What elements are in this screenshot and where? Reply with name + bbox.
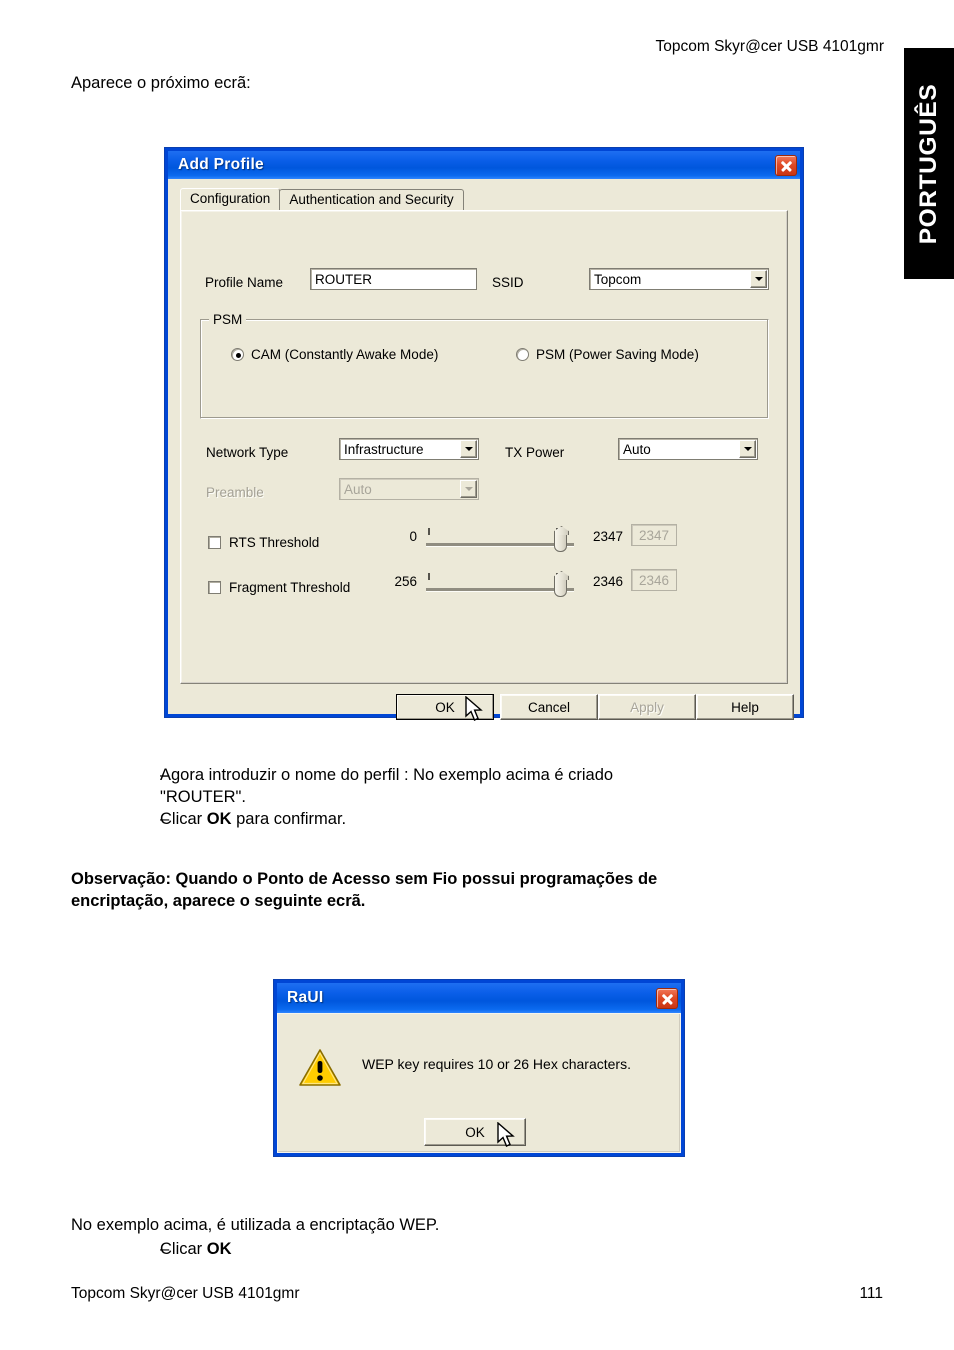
footer-product-name: Topcom Skyr@cer USB 4101gmr bbox=[71, 1285, 300, 1302]
psm-group: PSM CAM (Constantly Awake Mode) PSM (Pow… bbox=[200, 312, 769, 419]
closing-paragraph: No exemplo acima, é utilizada a encripta… bbox=[71, 1215, 883, 1261]
bullet-text: Clicar OK para confirmar. bbox=[160, 809, 881, 831]
note-line-1: Observação: Quando o Ponto de Acesso sem… bbox=[71, 870, 658, 888]
network-type-combobox[interactable]: Infrastructure bbox=[339, 438, 479, 460]
rts-min-value: 0 bbox=[409, 529, 417, 544]
tabstrip: Configuration Authentication and Securit… bbox=[180, 188, 464, 210]
ok-button[interactable]: OK bbox=[396, 694, 494, 720]
preamble-value: Auto bbox=[344, 481, 372, 497]
bullet-list: – Agora introduzir o nome do perfil : No… bbox=[71, 765, 881, 831]
bullet-dash: – bbox=[160, 809, 170, 828]
observation-note: Observação: Quando o Ponto de Acesso sem… bbox=[71, 869, 883, 913]
network-type-label: Network Type bbox=[206, 445, 289, 460]
psm-group-title: PSM bbox=[209, 312, 247, 327]
rts-slider-thumb[interactable] bbox=[554, 532, 567, 552]
add-profile-titlebar[interactable]: Add Profile bbox=[168, 151, 800, 179]
apply-button: Apply bbox=[598, 694, 696, 720]
bullet-bold-ok: OK bbox=[206, 809, 232, 828]
radio-psm-power-saving-mode[interactable]: PSM (Power Saving Mode) bbox=[516, 347, 699, 362]
bullet-text: Agora introduzir o nome do perfil : No e… bbox=[160, 765, 881, 809]
bullet-line-2: "ROUTER". bbox=[160, 787, 246, 806]
bullet-line-1: Agora introduzir o nome do perfil : No e… bbox=[160, 766, 614, 784]
bullet-text: Clicar OK bbox=[160, 1239, 232, 1261]
tx-power-value: Auto bbox=[623, 441, 651, 457]
bullet-dash: – bbox=[160, 766, 170, 784]
tab-configuration[interactable]: Configuration bbox=[180, 188, 281, 210]
cancel-button[interactable]: Cancel bbox=[500, 694, 598, 720]
raui-message: WEP key requires 10 or 26 Hex characters… bbox=[362, 1056, 631, 1072]
ssid-label: SSID bbox=[492, 275, 524, 290]
language-tab-portuguese: PORTUGUÊS bbox=[904, 48, 954, 279]
chevron-down-icon[interactable] bbox=[739, 440, 756, 458]
add-profile-title: Add Profile bbox=[178, 156, 264, 173]
checkbox-rts-threshold[interactable]: RTS Threshold bbox=[208, 535, 319, 550]
list-item: – Agora introduzir o nome do perfil : No… bbox=[71, 765, 881, 809]
page-header: Topcom Skyr@cer USB 4101gmr bbox=[655, 38, 884, 55]
configuration-panel: Profile Name ROUTER SSID Topcom PSM CAM … bbox=[180, 210, 788, 684]
fragment-max-value: 2346 bbox=[592, 574, 623, 589]
checkbox-indicator-fragment[interactable] bbox=[208, 581, 221, 594]
bullet-dash: – bbox=[160, 1239, 170, 1258]
tx-power-label: TX Power bbox=[505, 445, 565, 460]
rts-max-value: 2347 bbox=[592, 529, 623, 544]
help-button[interactable]: Help bbox=[696, 694, 794, 720]
bullet-suffix: para confirmar. bbox=[231, 809, 347, 828]
chevron-down-icon[interactable] bbox=[750, 270, 767, 288]
raui-dialog: RaUI WEP key requires 10 or 26 Hex chara… bbox=[274, 980, 684, 1156]
list-item: – Clicar OK bbox=[71, 1239, 883, 1261]
page-footer: Topcom Skyr@cer USB 4101gmr 111 bbox=[71, 1285, 883, 1303]
rts-threshold-slider[interactable] bbox=[426, 526, 574, 552]
raui-titlebar[interactable]: RaUI bbox=[277, 983, 681, 1013]
add-profile-dialog: Add Profile Configuration Authentication… bbox=[165, 148, 803, 721]
rts-slider-track[interactable] bbox=[426, 543, 574, 546]
fragment-min-value: 256 bbox=[394, 574, 417, 589]
warning-triangle-icon bbox=[299, 1049, 341, 1086]
note-line-2: encriptação, aparece o seguinte ecrã. bbox=[71, 891, 366, 910]
network-type-value: Infrastructure bbox=[344, 441, 424, 457]
raui-title: RaUI bbox=[287, 989, 324, 1006]
rts-threshold-value-field: 2347 bbox=[631, 524, 677, 546]
language-tab-label: PORTUGUÊS bbox=[915, 83, 942, 244]
fragment-slider-thumb[interactable] bbox=[554, 577, 567, 597]
preamble-combobox: Auto bbox=[339, 478, 479, 500]
chevron-down-icon[interactable] bbox=[460, 440, 477, 458]
fragment-slider-tick-min bbox=[428, 573, 430, 580]
profile-name-input[interactable]: ROUTER bbox=[310, 268, 477, 290]
radio-indicator-cam[interactable] bbox=[231, 348, 244, 361]
checkbox-indicator-rts[interactable] bbox=[208, 536, 221, 549]
bullet-bold-ok: OK bbox=[206, 1239, 232, 1258]
tx-power-combobox[interactable]: Auto bbox=[618, 438, 758, 460]
bullet-prefix: Clicar bbox=[160, 809, 207, 828]
profile-name-label: Profile Name bbox=[205, 275, 284, 290]
fragment-threshold-slider[interactable] bbox=[426, 571, 574, 597]
checkbox-label-rts: RTS Threshold bbox=[229, 535, 320, 550]
bullet-prefix: Clicar bbox=[160, 1239, 207, 1258]
checkbox-fragment-threshold[interactable]: Fragment Threshold bbox=[208, 580, 350, 595]
footer-page-number: 111 bbox=[859, 1285, 883, 1302]
radio-indicator-psm[interactable] bbox=[516, 348, 529, 361]
radio-label-psm: PSM (Power Saving Mode) bbox=[536, 347, 699, 362]
intro-paragraph: Aparece o próximo ecrã: bbox=[71, 74, 251, 92]
closing-line: No exemplo acima, é utilizada a encripta… bbox=[71, 1216, 440, 1234]
close-icon[interactable] bbox=[656, 987, 678, 1009]
radio-label-cam: CAM (Constantly Awake Mode) bbox=[251, 347, 439, 362]
rts-slider-tick-min bbox=[428, 528, 430, 535]
close-icon[interactable] bbox=[775, 154, 797, 176]
tab-authentication-and-security[interactable]: Authentication and Security bbox=[279, 189, 464, 210]
radio-cam-constantly-awake-mode[interactable]: CAM (Constantly Awake Mode) bbox=[231, 347, 438, 362]
raui-ok-button[interactable]: OK bbox=[424, 1118, 526, 1146]
add-profile-body: Configuration Authentication and Securit… bbox=[168, 179, 800, 721]
ssid-value: Topcom bbox=[594, 271, 642, 287]
checkbox-label-fragment: Fragment Threshold bbox=[229, 580, 351, 595]
ssid-combobox[interactable]: Topcom bbox=[589, 268, 769, 290]
preamble-label: Preamble bbox=[206, 485, 264, 500]
fragment-threshold-value-field: 2346 bbox=[631, 569, 677, 591]
chevron-down-icon bbox=[460, 480, 477, 498]
fragment-slider-track[interactable] bbox=[426, 588, 574, 591]
list-item: – Clicar OK para confirmar. bbox=[71, 809, 881, 831]
raui-body: WEP key requires 10 or 26 Hex characters… bbox=[277, 1013, 681, 1153]
